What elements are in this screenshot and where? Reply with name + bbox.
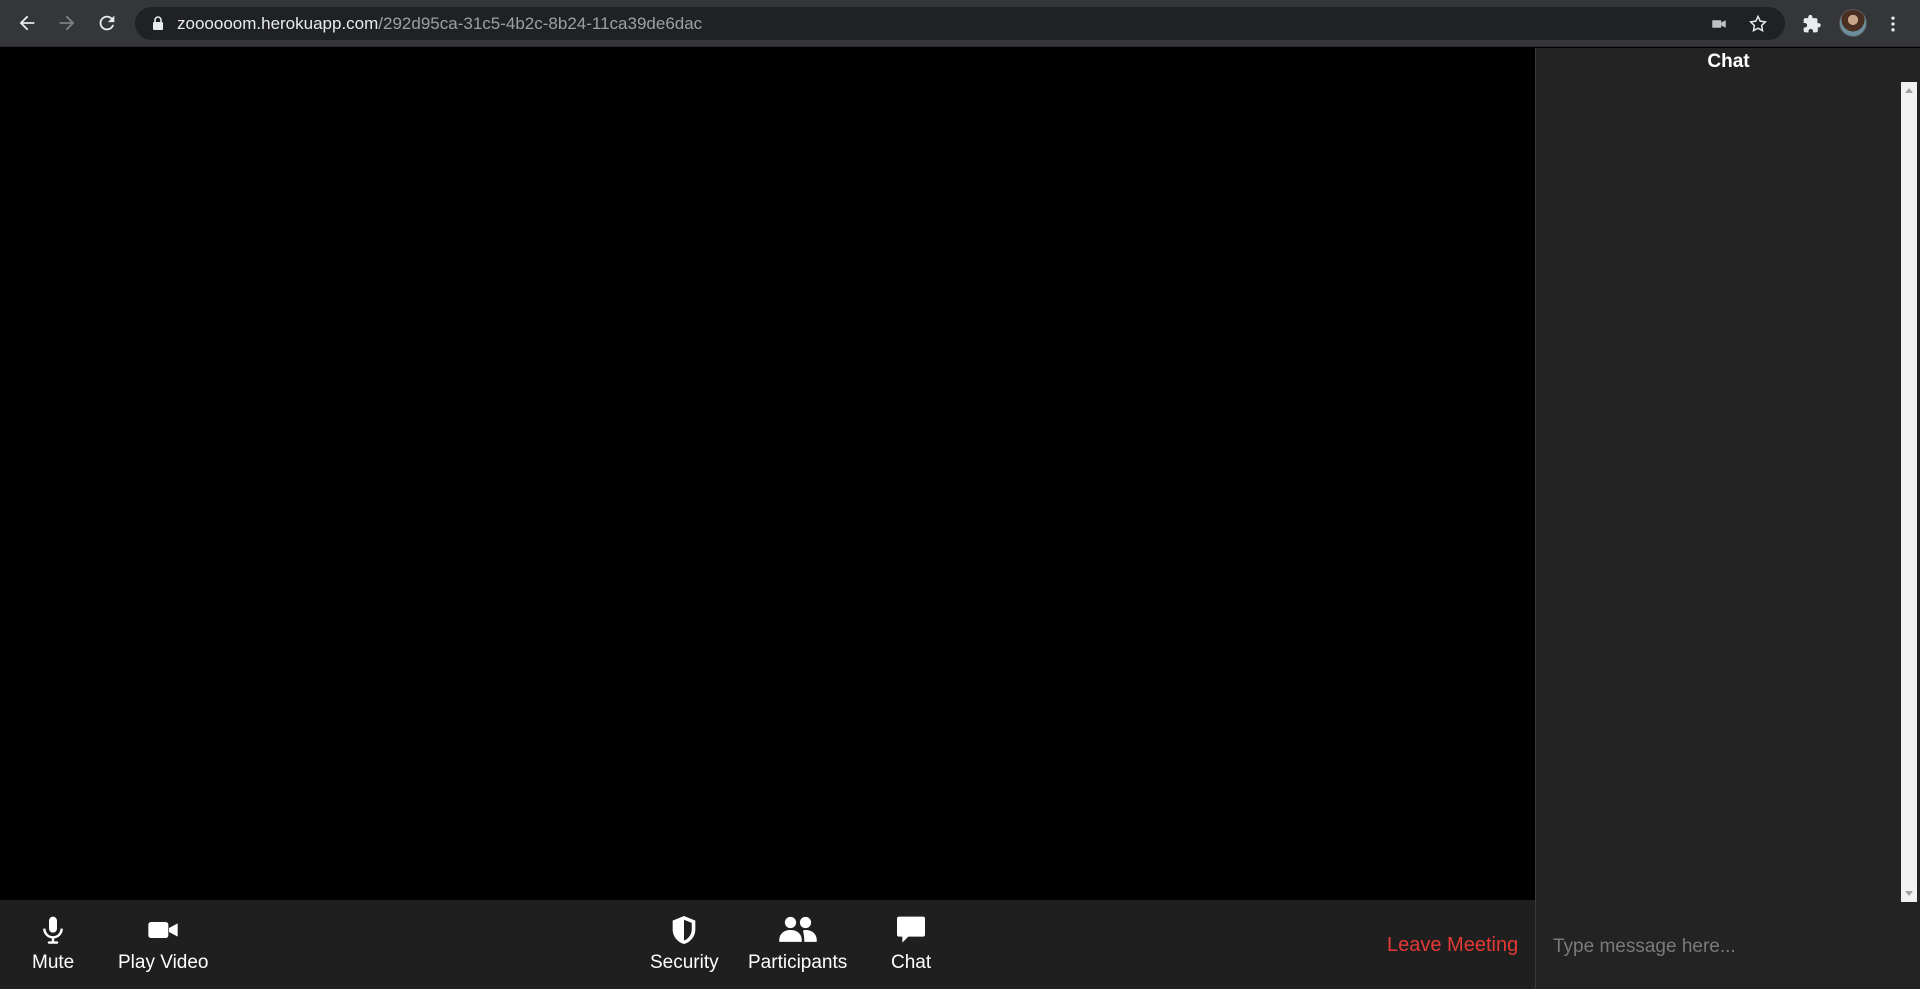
extensions-puzzle-icon[interactable]: [1799, 11, 1825, 37]
url-path: /292d95ca-31c5-4b2c-8b24-11ca39de6dac: [378, 14, 703, 33]
participants-button[interactable]: Participants: [748, 914, 847, 974]
chat-message-input[interactable]: [1553, 933, 1893, 961]
meeting-toolbar: Mute Play Video Security Participants Ch…: [0, 900, 1535, 989]
browser-menu-icon[interactable]: [1880, 11, 1906, 37]
camera-indicator-icon[interactable]: [1708, 13, 1730, 35]
chat-panel: Chat: [1535, 48, 1920, 989]
lock-icon: [153, 16, 163, 30]
chat-button[interactable]: Chat: [891, 914, 931, 974]
back-arrow-icon[interactable]: [12, 8, 42, 38]
leave-meeting-button[interactable]: Leave Meeting: [1387, 934, 1518, 957]
chat-scrollbar[interactable]: [1901, 82, 1917, 902]
browser-toolbar: zoooooom.herokuapp.com/292d95ca-31c5-4b2…: [0, 0, 1920, 47]
security-label: Security: [650, 952, 719, 973]
forward-arrow-icon[interactable]: [52, 8, 82, 38]
scroll-down-arrow-icon[interactable]: [1905, 891, 1913, 896]
address-bar[interactable]: zoooooom.herokuapp.com/292d95ca-31c5-4b2…: [135, 7, 1785, 40]
participants-label: Participants: [748, 952, 848, 973]
chat-label: Chat: [891, 952, 932, 973]
security-button[interactable]: Security: [650, 914, 719, 974]
mute-label: Mute: [32, 952, 75, 973]
microphone-icon: [43, 916, 63, 944]
url-host: zoooooom.herokuapp.com: [177, 14, 379, 33]
bookmark-star-icon[interactable]: [1747, 13, 1769, 35]
url-text: zoooooom.herokuapp.com/292d95ca-31c5-4b2…: [177, 14, 702, 34]
shield-icon: [672, 916, 696, 944]
scroll-up-arrow-icon[interactable]: [1905, 88, 1913, 93]
reload-icon[interactable]: [92, 8, 122, 38]
video-stage: [0, 48, 1535, 900]
play-video-label: Play Video: [118, 952, 209, 973]
chat-panel-title: Chat: [1707, 51, 1750, 72]
profile-avatar[interactable]: [1839, 9, 1867, 37]
participants-icon: [778, 916, 817, 942]
video-camera-icon: [148, 922, 178, 938]
chat-bubble-icon: [897, 916, 926, 943]
mute-button[interactable]: Mute: [32, 914, 74, 974]
play-video-button[interactable]: Play Video: [118, 914, 209, 974]
